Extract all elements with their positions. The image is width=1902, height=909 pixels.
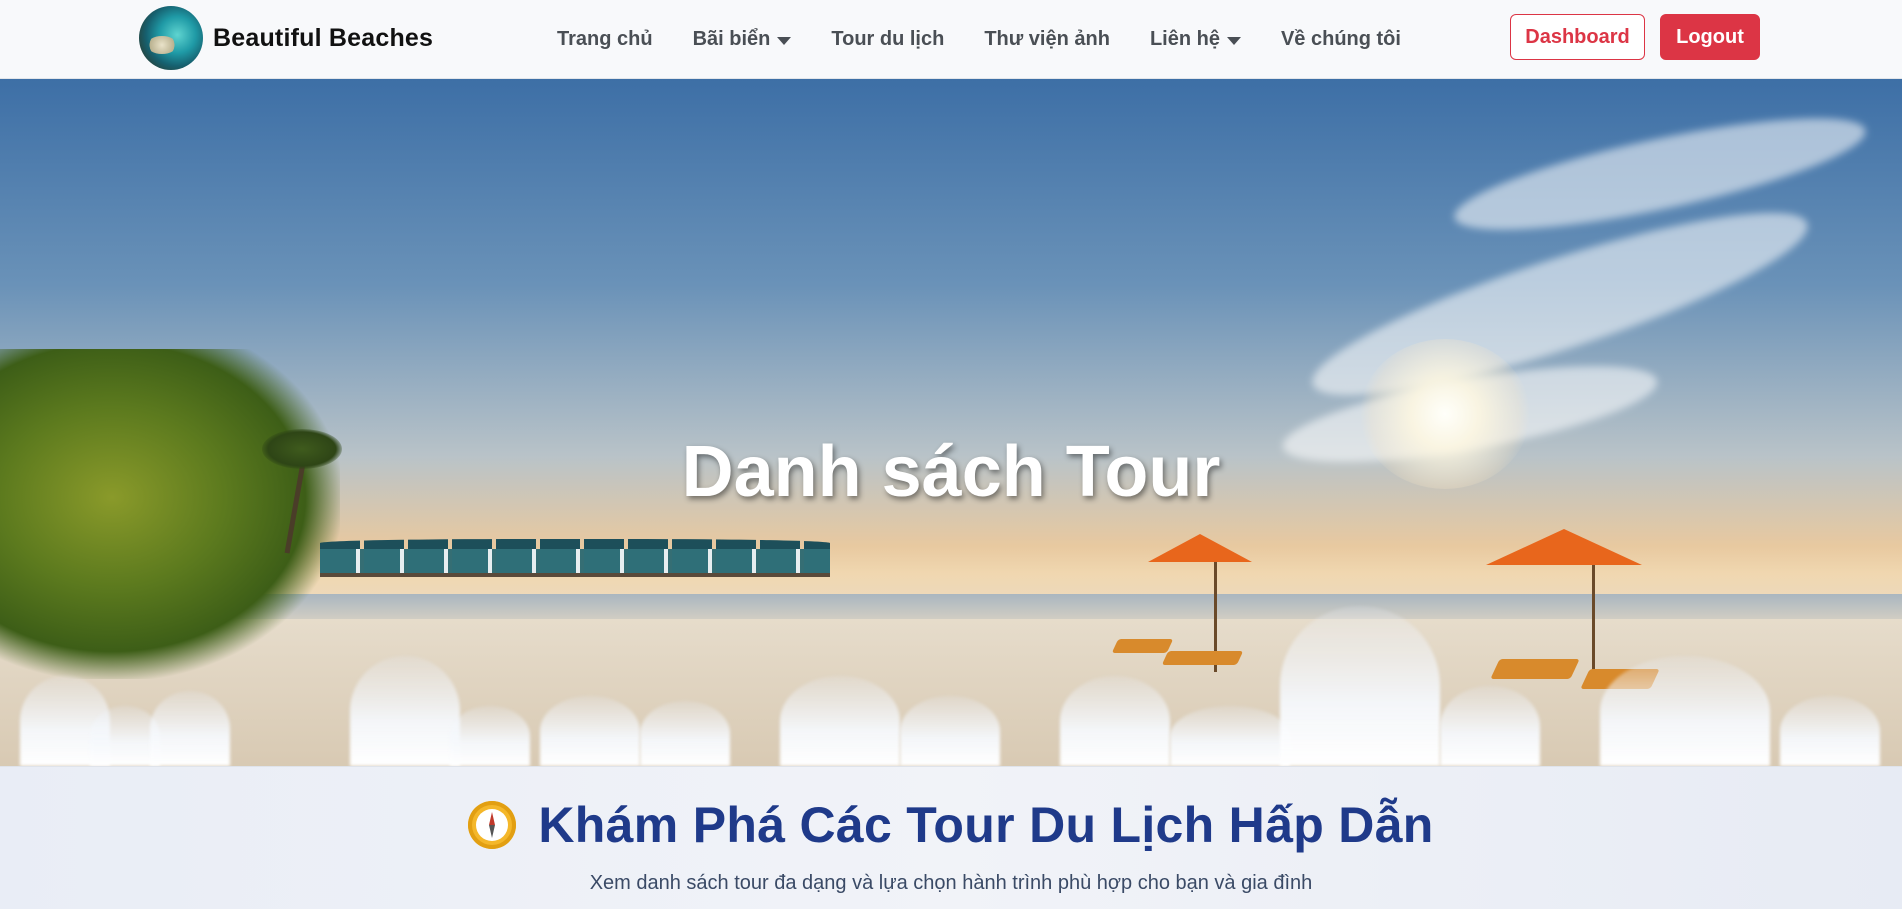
nav-item-about[interactable]: Về chúng tôi bbox=[1281, 28, 1401, 51]
section-heading: Khám Phá Các Tour Du Lịch Hấp Dẫn bbox=[0, 796, 1902, 854]
section-subtitle: Xem danh sách tour đa dạng và lựa chọn h… bbox=[589, 872, 1313, 894]
water-splash bbox=[900, 696, 1000, 766]
lounger bbox=[1490, 659, 1580, 679]
hero-title: Danh sách Tour bbox=[681, 432, 1221, 512]
trees bbox=[0, 349, 340, 679]
umbrella bbox=[1148, 534, 1252, 562]
navbar: Beautiful Beaches Trang chủ Bãi biển Tou… bbox=[0, 0, 1902, 79]
nav-item-home[interactable]: Trang chủ bbox=[557, 28, 653, 51]
umbrella-pole bbox=[1592, 565, 1595, 685]
water-splash bbox=[1170, 706, 1290, 766]
water-splash bbox=[1440, 686, 1540, 766]
water-splash bbox=[640, 701, 730, 766]
nav-item-tours[interactable]: Tour du lịch bbox=[831, 28, 944, 51]
dashboard-button[interactable]: Dashboard bbox=[1510, 14, 1645, 60]
water-splash bbox=[540, 696, 640, 766]
umbrella bbox=[1486, 529, 1642, 565]
water-splash bbox=[150, 691, 230, 766]
tours-intro-section: Khám Phá Các Tour Du Lịch Hấp Dẫn Xem da… bbox=[0, 766, 1902, 909]
lounger bbox=[1161, 651, 1244, 665]
water-splash bbox=[450, 706, 530, 766]
caret-down-icon bbox=[1226, 36, 1241, 45]
brand-link[interactable]: Beautiful Beaches bbox=[139, 6, 433, 70]
nav-item-gallery[interactable]: Thư viện ảnh bbox=[984, 28, 1110, 51]
water-splash bbox=[1600, 656, 1770, 766]
water-splash bbox=[1780, 696, 1880, 766]
caret-down-icon bbox=[777, 36, 792, 45]
water-splash bbox=[1280, 606, 1440, 766]
compass-icon bbox=[468, 801, 517, 849]
logout-button[interactable]: Logout bbox=[1660, 14, 1760, 60]
water-splash bbox=[780, 676, 900, 766]
water-splash bbox=[350, 656, 460, 766]
nav-item-beaches[interactable]: Bãi biển bbox=[693, 28, 792, 51]
nav-item-contact[interactable]: Liên hệ bbox=[1150, 28, 1241, 51]
water-villas bbox=[320, 539, 830, 577]
brand-logo bbox=[139, 6, 203, 70]
water-splash bbox=[1060, 676, 1170, 766]
section-title: Khám Phá Các Tour Du Lịch Hấp Dẫn bbox=[538, 797, 1434, 853]
hero-banner: Danh sách Tour bbox=[0, 79, 1902, 766]
brand-name: Beautiful Beaches bbox=[213, 23, 434, 52]
nav-links: Trang chủ Bãi biển Tour du lịch Thư viện… bbox=[557, 0, 1441, 79]
lounger bbox=[1111, 639, 1174, 653]
